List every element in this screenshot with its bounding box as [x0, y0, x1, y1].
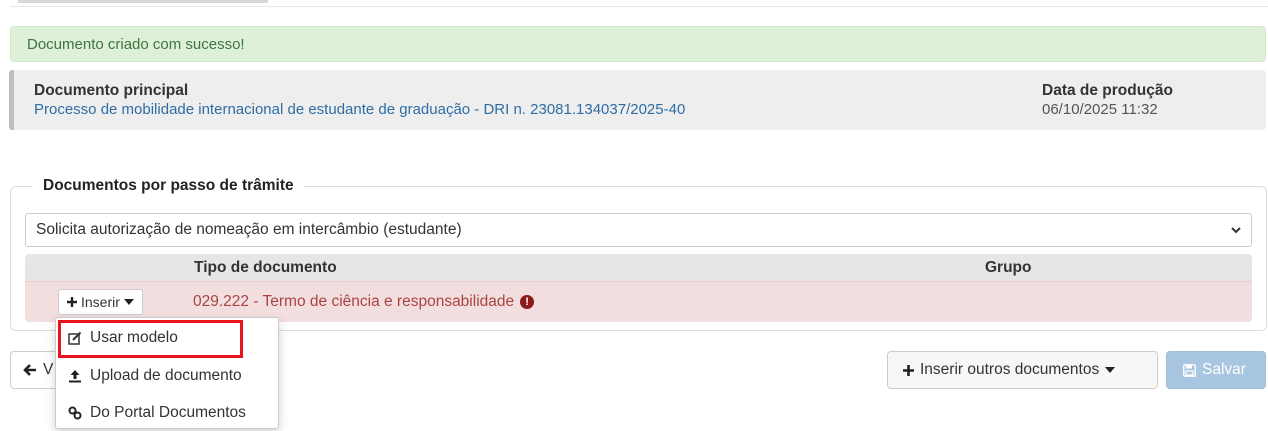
plus-icon: [903, 364, 914, 376]
breadcrumb-fragment: [18, 0, 268, 3]
save-button-label: Salvar: [1202, 361, 1246, 378]
step-select-value: Solicita autorização de nomeação em inte…: [36, 221, 462, 238]
column-header-tipo: Tipo de documento: [194, 259, 337, 276]
save-button[interactable]: Salvar: [1166, 351, 1266, 389]
menu-item-label: Do Portal Documentos: [90, 404, 246, 421]
insert-dropdown-menu: Usar modelo Upload de documento Do Porta…: [55, 317, 279, 429]
back-button-label: V: [43, 361, 54, 378]
document-type-text: 029.222 - Termo de ciência e responsabil…: [193, 293, 515, 310]
success-alert-text: Documento criado com sucesso!: [27, 36, 245, 53]
insert-button-label: Inserir: [81, 294, 120, 310]
header-divider: [10, 6, 1268, 7]
annotation-highlight-box: [58, 320, 243, 358]
menu-item-upload-documento[interactable]: Upload de documento: [56, 358, 278, 394]
menu-item-label: Upload de documento: [90, 367, 242, 384]
link-icon: [68, 406, 82, 420]
table-row: Inserir 029.222 - Termo de ciência e res…: [25, 281, 1252, 322]
arrow-left-icon: [23, 363, 37, 377]
document-info-panel: Documento principal Processo de mobilida…: [9, 70, 1266, 130]
insert-other-documents-button[interactable]: Inserir outros documentos: [887, 351, 1158, 389]
column-header-grupo: Grupo: [985, 259, 1032, 276]
document-type-cell: 029.222 - Termo de ciência e responsabil…: [193, 293, 535, 311]
step-select[interactable]: Solicita autorização de nomeação em inte…: [25, 213, 1252, 247]
exclamation-circle-icon: !: [520, 295, 535, 309]
production-date-value: 06/10/2025 11:32: [1042, 101, 1158, 118]
documents-table-header: Tipo de documento Grupo: [25, 254, 1252, 281]
plus-icon: [67, 297, 77, 307]
production-date-label: Data de produção: [1042, 82, 1173, 99]
floppy-disk-icon: [1183, 363, 1196, 377]
documents-by-step-legend: Documentos por passo de trâmite: [33, 177, 304, 195]
success-alert: Documento criado com sucesso!: [10, 26, 1266, 62]
chevron-down-icon: [1231, 225, 1241, 235]
main-document-label: Documento principal: [34, 82, 189, 99]
caret-down-icon: [1105, 367, 1116, 373]
menu-item-portal-documentos[interactable]: Do Portal Documentos: [56, 395, 278, 431]
insert-dropdown-button[interactable]: Inserir: [58, 289, 143, 315]
caret-down-icon: [123, 299, 134, 305]
main-document-link[interactable]: Processo de mobilidade internacional de …: [34, 101, 685, 118]
upload-icon: [68, 369, 82, 383]
insert-other-documents-label: Inserir outros documentos: [920, 361, 1100, 378]
